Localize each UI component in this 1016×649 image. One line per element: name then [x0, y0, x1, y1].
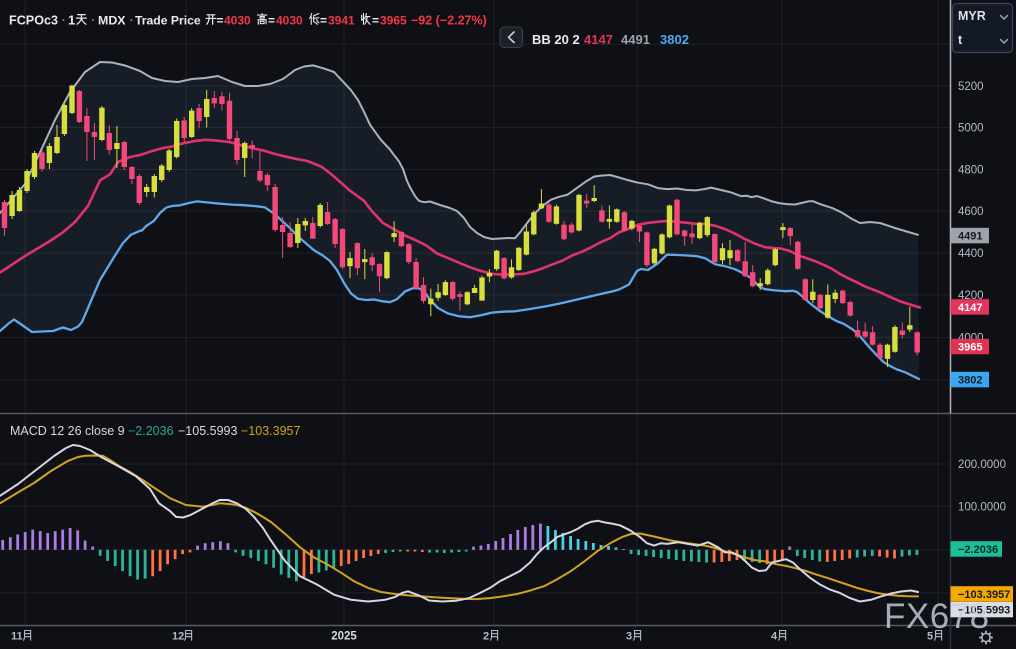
svg-text:=: = [320, 14, 327, 28]
svg-text:4800: 4800 [958, 165, 984, 177]
svg-text:·: · [62, 13, 66, 28]
svg-text:FX678: FX678 [884, 597, 990, 636]
svg-text:−2.2036: −2.2036 [958, 544, 998, 556]
svg-text:−103.3957: −103.3957 [241, 424, 300, 438]
svg-text:3: 3 [626, 631, 632, 643]
svg-text:=: = [268, 14, 275, 28]
svg-text:·: · [130, 13, 134, 28]
svg-text:MYR: MYR [958, 9, 986, 23]
svg-text:−92 (−2.27%): −92 (−2.27%) [411, 14, 487, 28]
svg-text:3941: 3941 [328, 14, 355, 28]
svg-text:3802: 3802 [660, 32, 689, 47]
svg-text:4491: 4491 [958, 231, 982, 243]
svg-text:MDX: MDX [98, 14, 126, 28]
svg-text:4147: 4147 [584, 32, 613, 47]
svg-text:3965: 3965 [958, 342, 982, 354]
svg-text:MACD 12 26 close 9: MACD 12 26 close 9 [10, 424, 125, 438]
svg-text:2025: 2025 [331, 631, 357, 643]
svg-text:BB 20 2: BB 20 2 [532, 32, 580, 47]
svg-text:1: 1 [68, 13, 75, 28]
svg-text:2: 2 [483, 631, 489, 643]
svg-text:3802: 3802 [958, 375, 982, 387]
svg-text:FCPOc3: FCPOc3 [9, 14, 58, 28]
svg-text:100.0000: 100.0000 [958, 501, 1006, 513]
svg-text:=: = [217, 14, 224, 28]
svg-text:5200: 5200 [958, 81, 984, 93]
svg-text:Trade Price: Trade Price [135, 14, 201, 28]
svg-text:4030: 4030 [276, 14, 303, 28]
svg-text:5000: 5000 [958, 123, 984, 135]
svg-text:4147: 4147 [958, 302, 982, 314]
svg-text:12: 12 [172, 631, 184, 643]
svg-text:4030: 4030 [224, 14, 251, 28]
svg-text:3965: 3965 [380, 14, 407, 28]
svg-text:4400: 4400 [958, 248, 984, 260]
svg-text:·: · [91, 13, 95, 28]
svg-text:11: 11 [11, 631, 23, 643]
svg-text:4: 4 [771, 631, 778, 643]
svg-text:−2.2036: −2.2036 [128, 424, 174, 438]
svg-text:=: = [372, 14, 379, 28]
svg-text:200.0000: 200.0000 [958, 459, 1006, 471]
svg-text:−105.5993: −105.5993 [178, 424, 237, 438]
svg-text:4491: 4491 [621, 32, 650, 47]
svg-text:4600: 4600 [958, 206, 984, 218]
